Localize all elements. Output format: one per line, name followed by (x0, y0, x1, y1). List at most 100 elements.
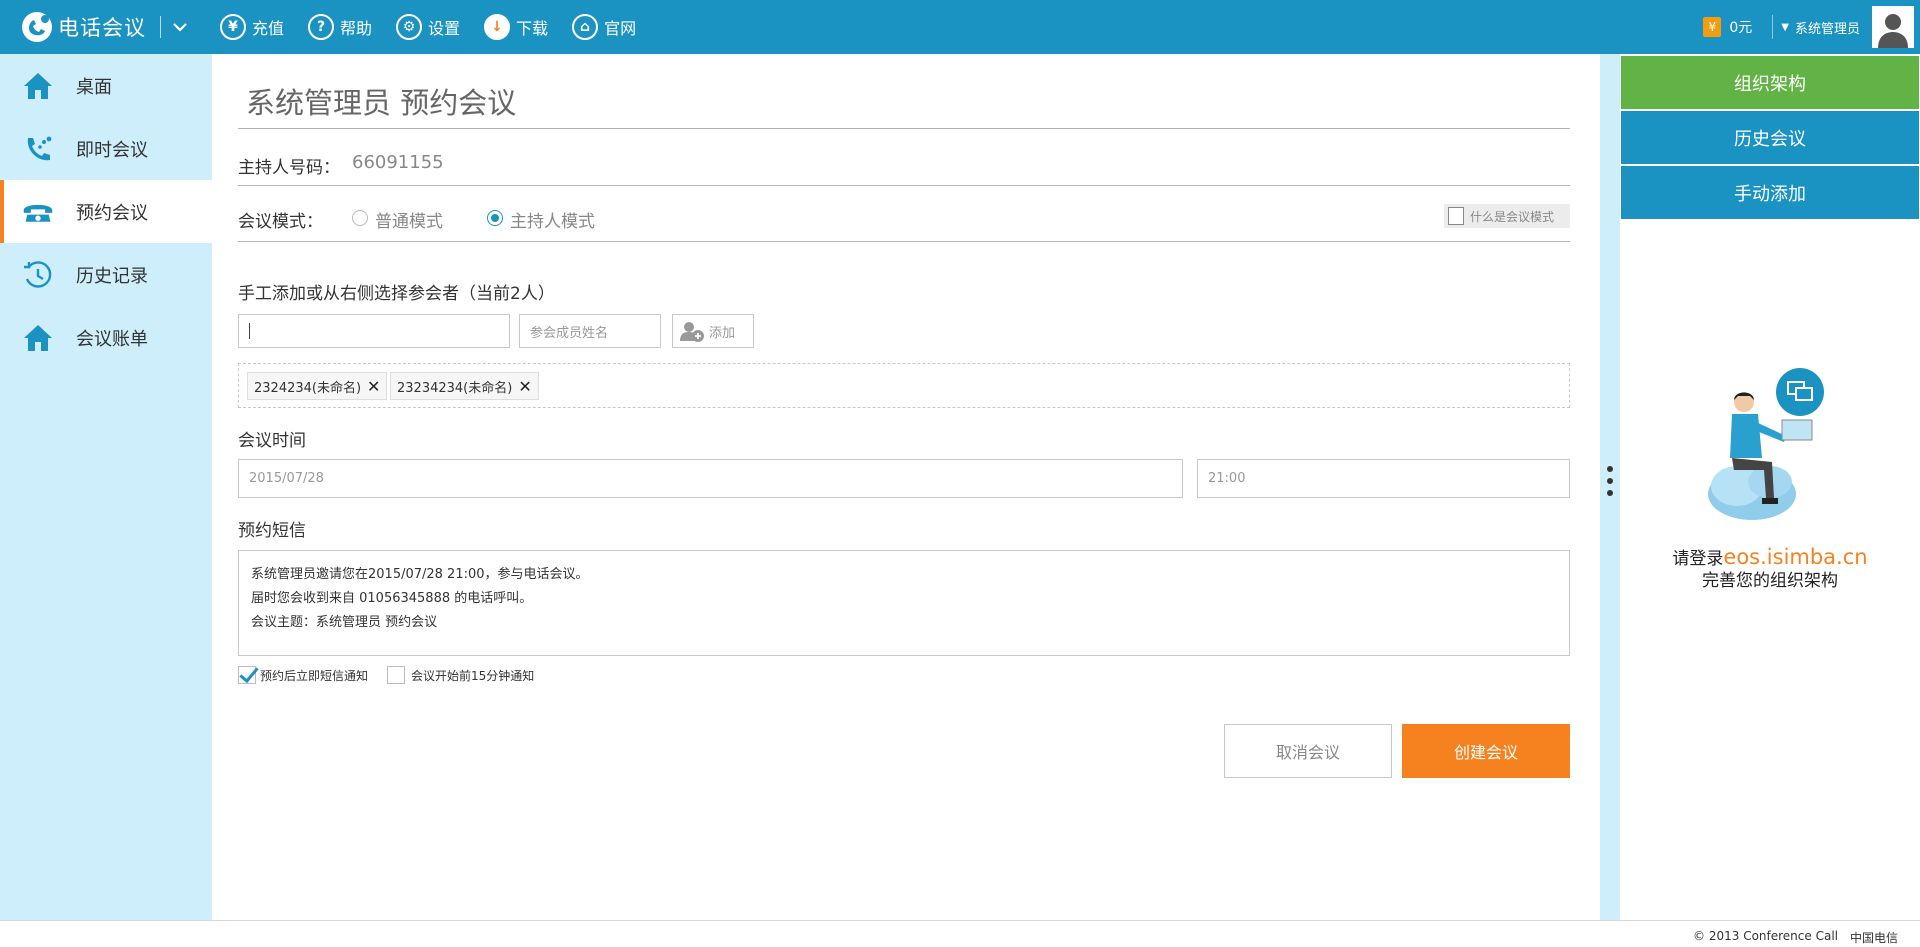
sms-textarea[interactable]: 系统管理员邀请您在2015/07/28 21:00，参与电话会议。 届时您会收到… (238, 550, 1570, 656)
nav-recharge[interactable]: ¥ 充值 (220, 12, 284, 42)
sidebar-item-label: 预约会议 (76, 202, 148, 224)
nav-help[interactable]: ? 帮助 (308, 12, 372, 42)
org-structure-button[interactable]: 组织架构 (1621, 56, 1919, 109)
meeting-time-label: 会议时间 (238, 431, 306, 451)
account-balance[interactable]: 0元 (1729, 17, 1752, 37)
app-logo[interactable]: 电话会议 (20, 9, 189, 45)
nav-settings[interactable]: ⚙ 设置 (396, 12, 460, 42)
notify-immediately-checkbox[interactable] (238, 666, 256, 684)
nav-website[interactable]: ⌂ 官网 (572, 12, 636, 42)
phone-number-input[interactable] (238, 314, 510, 348)
person-laptop-illustration (1702, 366, 1842, 526)
create-meeting-button[interactable]: 创建会议 (1402, 724, 1570, 778)
history-icon (22, 259, 54, 291)
username[interactable]: 系统管理员 (1795, 18, 1860, 37)
yen-icon: ¥ (220, 14, 246, 40)
what-is-mode-link[interactable]: 什么是会议模式 (1444, 204, 1570, 228)
host-number: 66091155 (352, 152, 444, 173)
drag-handle-icon[interactable] (1607, 466, 1613, 496)
logo-divider (160, 16, 161, 38)
nav-help-label: 帮助 (340, 19, 373, 38)
sidebar-item-label: 历史记录 (76, 265, 148, 287)
nav-download-label: 下载 (516, 19, 549, 38)
top-bar: 电话会议 ¥ 充值 ? 帮助 ⚙ 设置 ↓ 下载 ⌂ 官网 ¥ 0元 ▼ 系统管… (0, 0, 1920, 54)
history-meetings-button[interactable]: 历史会议 (1621, 111, 1919, 164)
cancel-meeting-button[interactable]: 取消会议 (1224, 724, 1392, 778)
help-icon: ? (308, 14, 335, 40)
date-input[interactable]: 2015/07/28 (238, 459, 1183, 498)
participant-tag: 2324234(未命名) ✕ (247, 372, 388, 400)
page-title: 系统管理员 预约会议 (246, 86, 517, 120)
phone-chat-logo-icon (20, 10, 54, 44)
phone-icon (22, 133, 54, 165)
remove-icon[interactable]: ✕ (518, 377, 531, 396)
user-divider (1772, 15, 1774, 39)
sidebar-item-label: 即时会议 (76, 139, 148, 161)
login-site-link[interactable]: eos.isimba.cn (1723, 545, 1867, 569)
divider (238, 241, 1570, 242)
top-nav: ¥ 充值 ? 帮助 ⚙ 设置 ↓ 下载 ⌂ 官网 (220, 12, 660, 42)
divider (238, 128, 1570, 129)
copyright-text: © 2013 Conference Call (1693, 929, 1838, 943)
add-participant-button[interactable]: 添加 (672, 314, 754, 348)
caret-down-icon[interactable]: ▼ (1781, 22, 1789, 33)
participant-tag: 23234234(未命名) ✕ (390, 372, 539, 400)
host-number-label: 主持人号码： (238, 158, 340, 178)
mode-normal-radio[interactable] (352, 210, 368, 226)
sidebar-item-desktop[interactable]: 桌面 (0, 54, 212, 117)
login-message-line2: 完善您的组织架构 (1702, 571, 1838, 591)
user-area: ¥ 0元 ▼ 系统管理员 (1703, 0, 1920, 54)
sidebar-item-bill[interactable]: 会议账单 (0, 306, 212, 369)
sms-label: 预约短信 (238, 521, 306, 541)
sidebar-item-instant-meeting[interactable]: 即时会议 (0, 117, 212, 180)
meeting-mode-label: 会议模式： (238, 212, 323, 232)
sidebar: 桌面 即时会议 预约会议 历史记录 会议账单 (0, 54, 212, 920)
sms-line: 会议主题：系统管理员 预约会议 (251, 615, 438, 630)
coin-icon: ¥ (1703, 17, 1722, 37)
mode-host-label[interactable]: 主持人模式 (510, 207, 595, 232)
avatar[interactable] (1872, 6, 1914, 48)
right-panel: 组织架构 历史会议 手动添加 请登录eos.isimba.cn 完善您的组织架构 (1620, 54, 1920, 920)
sidebar-item-label: 会议账单 (76, 328, 148, 350)
notify-before-label[interactable]: 会议开始前15分钟通知 (411, 667, 534, 684)
app-name: 电话会议 (58, 16, 146, 40)
sms-line: 届时您会收到来自 01056345888 的电话呼叫。 (251, 591, 533, 606)
manual-add-button[interactable]: 手动添加 (1621, 166, 1919, 219)
main-panel: 系统管理员 预约会议 主持人号码： 66091155 会议模式： 普通模式 主持… (212, 54, 1600, 920)
remove-icon[interactable]: ✕ (367, 377, 380, 396)
nav-download[interactable]: ↓ 下载 (484, 12, 548, 42)
mode-normal-label[interactable]: 普通模式 (375, 207, 443, 232)
nav-website-label: 官网 (604, 19, 637, 38)
text-cursor (249, 323, 250, 339)
chevron-down-icon[interactable] (171, 18, 189, 36)
participants-label: 手工添加或从右侧选择参会者（当前2人） (238, 284, 555, 304)
participant-list: 2324234(未命名) ✕ 23234234(未命名) ✕ (238, 363, 1570, 408)
time-input[interactable]: 21:00 (1197, 459, 1570, 498)
org-name: 中国电信 (1849, 931, 1898, 945)
add-participant-label: 添加 (709, 325, 736, 341)
divider (238, 185, 1570, 186)
download-icon: ↓ (484, 14, 511, 40)
sms-line: 系统管理员邀请您在2015/07/28 21:00，参与电话会议。 (251, 567, 589, 582)
nav-settings-label: 设置 (428, 19, 461, 38)
sidebar-item-history[interactable]: 历史记录 (0, 243, 212, 306)
participant-tag-label: 2324234(未命名) (254, 380, 362, 396)
gear-icon: ⚙ (396, 14, 423, 40)
telephone-icon (22, 196, 54, 228)
participant-tag-label: 23234234(未命名) (397, 380, 513, 396)
home-icon: ⌂ (572, 14, 599, 40)
notify-before-checkbox[interactable] (387, 666, 405, 684)
document-icon (1448, 207, 1464, 225)
participant-name-input[interactable]: 参会成员姓名 (519, 314, 661, 348)
sidebar-item-label: 桌面 (76, 76, 112, 98)
login-message-prefix: 请登录 (1672, 549, 1724, 569)
sidebar-item-scheduled-meeting[interactable]: 预约会议 (0, 180, 212, 243)
add-user-icon (680, 322, 704, 342)
mode-host-radio[interactable] (487, 210, 503, 226)
footer: © 2013 Conference Call 中国电信 (0, 920, 1920, 947)
nav-recharge-label: 充值 (252, 19, 285, 38)
home-icon (22, 322, 54, 354)
notify-immediately-label[interactable]: 预约后立即短信通知 (260, 667, 368, 684)
home-icon (22, 70, 54, 102)
what-is-mode-label: 什么是会议模式 (1470, 209, 1555, 224)
